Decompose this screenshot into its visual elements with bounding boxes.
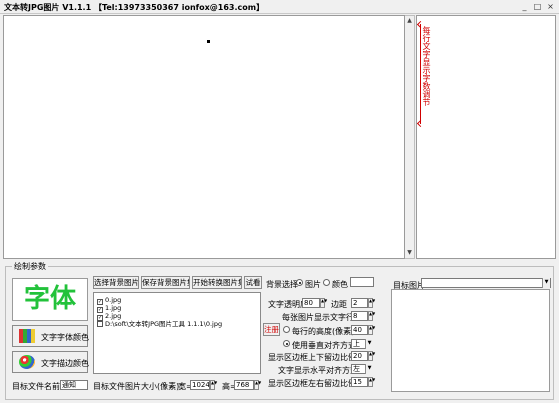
width-spinner[interactable]: ▲▼ xyxy=(210,380,217,390)
vcenter-label: 使用垂直对齐方式 xyxy=(292,341,356,350)
lr-gap-spinner[interactable]: ▲▼ xyxy=(368,377,375,387)
h-align-label: 文字显示水平对齐方式 xyxy=(278,366,358,375)
margin-input[interactable]: 2 xyxy=(351,298,368,308)
lr-gap-label: 显示区边框左右留边比例% xyxy=(268,379,364,388)
vertical-scrollbar[interactable]: ▲ ▼ xyxy=(405,15,415,259)
text-font-color-label: 文字字体颜色 xyxy=(41,333,89,342)
line-height-input[interactable]: 40 xyxy=(351,325,368,335)
palette-icon xyxy=(19,355,35,369)
lines-label: 每张图片显示文字行数 xyxy=(282,313,362,322)
text-border-color-button[interactable]: 文字描边颜色 xyxy=(12,351,89,373)
side-panel[interactable]: 每行文字显示字数调节 xyxy=(416,15,556,259)
bg-color-swatch[interactable] xyxy=(350,277,374,287)
file-name: 2.jpg xyxy=(105,312,122,320)
arrow-down-icon xyxy=(416,119,425,128)
list-item[interactable]: ✓ 2.jpg xyxy=(97,312,122,321)
save-bg-button[interactable]: 保存背景图片集 xyxy=(141,276,190,289)
list-item[interactable]: ✓ 1.jpg xyxy=(97,304,122,313)
height-input[interactable]: 768 xyxy=(234,380,254,390)
list-item[interactable]: D:\soft\文本转JPG图片工具 1.1.1\0.jpg xyxy=(97,320,222,328)
bg-choice-label: 背景选择 xyxy=(266,280,298,289)
chevron-down-icon[interactable]: ▼ xyxy=(542,278,550,288)
register-button[interactable]: 注册 xyxy=(263,323,280,336)
title-bar: 文本转JPG图片 V1.1.1 【Tel:13973350367 ionfox@… xyxy=(0,0,559,14)
close-icon[interactable]: × xyxy=(546,2,555,11)
window-title: 文本转JPG图片 V1.1.1 【Tel:13973350367 ionfox@… xyxy=(4,3,265,12)
preview-canvas[interactable] xyxy=(3,15,405,259)
image-file-list[interactable]: ✓ 0.jpg ✓ 1.jpg ✓ 2.jpg D:\soft\文本转JPG图片工具 … xyxy=(93,292,261,374)
start-convert-button[interactable]: 开始转换图片集 xyxy=(192,276,242,289)
tb-gap-spinner[interactable]: ▲▼ xyxy=(368,351,375,361)
chevron-down-icon[interactable]: ▼ xyxy=(365,364,373,374)
margin-label: 边距 xyxy=(331,300,347,309)
maximize-icon[interactable]: □ xyxy=(533,2,542,11)
group-label: 绘制参数 xyxy=(12,261,48,272)
text-font-color-button[interactable]: 文字字体颜色 xyxy=(12,325,89,347)
test-button[interactable]: 试看 xyxy=(244,276,262,289)
bg-color-label: 颜色 xyxy=(332,280,348,289)
tb-gap-label: 显示区边框上下留边比例% xyxy=(268,353,364,362)
cursor-marker xyxy=(207,40,210,43)
target-size-label: 目标文件图片大小(像素)： xyxy=(93,382,188,391)
lines-spinner[interactable]: ▲▼ xyxy=(368,311,375,321)
line-height-spinner[interactable]: ▲▼ xyxy=(368,325,375,335)
choose-bg-button[interactable]: 选择背景图片 xyxy=(93,276,139,289)
target-image-select[interactable] xyxy=(421,278,551,288)
h-align-value: 左 xyxy=(353,365,360,373)
chars-per-line-note: 每行文字显示字数调节 xyxy=(422,26,431,106)
bg-color-radio[interactable] xyxy=(323,279,330,286)
margin-spinner[interactable]: ▲▼ xyxy=(368,298,375,308)
bg-image-label: 图片 xyxy=(305,280,321,289)
line-height-label: 每行的高度(像素) xyxy=(292,327,355,336)
file-name: D:\soft\文本转JPG图片工具 1.1.1\0.jpg xyxy=(105,320,223,328)
file-name: 1.jpg xyxy=(105,304,122,312)
transparency-spinner[interactable]: ▲▼ xyxy=(320,298,327,308)
transparency-input[interactable]: 80 xyxy=(302,298,320,308)
lr-gap-input[interactable]: 15 xyxy=(351,377,368,387)
scroll-down-icon[interactable]: ▼ xyxy=(406,249,413,257)
height-spinner[interactable]: ▲▼ xyxy=(254,380,261,390)
chevron-down-icon[interactable]: ▼ xyxy=(365,339,373,349)
minimize-icon[interactable]: _ xyxy=(520,2,529,11)
vcenter-radio[interactable] xyxy=(283,340,290,347)
vcenter-value: 上 xyxy=(353,340,360,348)
text-border-color-label: 文字描边颜色 xyxy=(41,359,89,368)
target-image-preview xyxy=(391,289,550,392)
scroll-up-icon[interactable]: ▲ xyxy=(406,17,413,25)
bg-image-radio[interactable] xyxy=(296,279,303,286)
font-color-icon xyxy=(19,329,35,343)
width-input[interactable]: 1024 xyxy=(190,380,210,390)
lines-input[interactable]: 8 xyxy=(351,311,368,321)
tb-gap-input[interactable]: 20 xyxy=(351,351,368,361)
list-item[interactable]: ✓ 0.jpg xyxy=(97,296,122,305)
checkbox[interactable] xyxy=(97,321,103,327)
line-height-radio[interactable] xyxy=(283,326,290,333)
font-preview[interactable]: 字体 xyxy=(12,278,88,321)
target-name-input[interactable]: 通知 xyxy=(60,380,88,390)
file-name: 0.jpg xyxy=(105,296,122,304)
